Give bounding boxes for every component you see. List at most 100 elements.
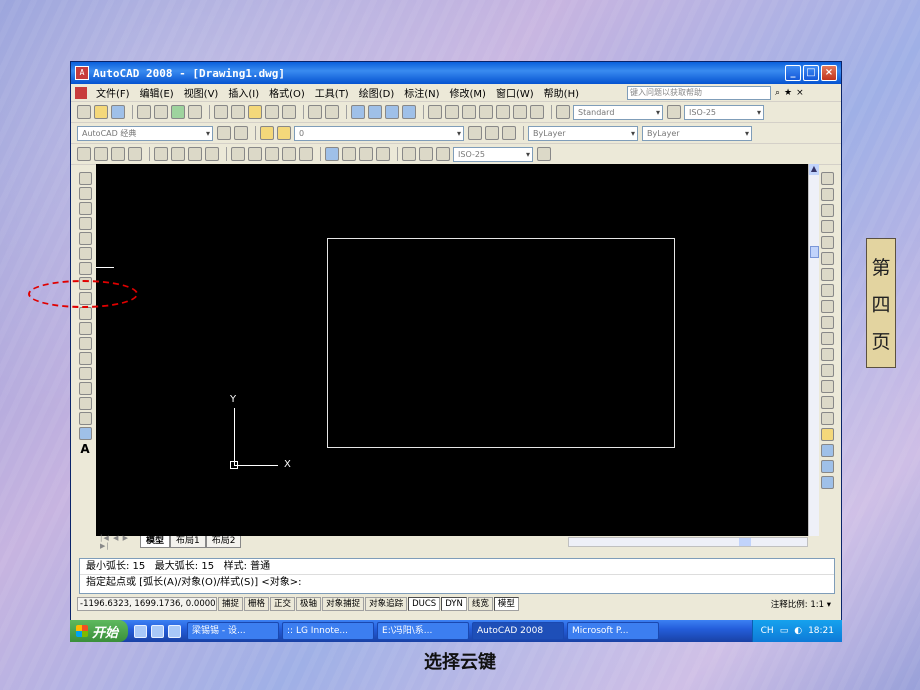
- osnap-toggle[interactable]: 对象捕捉: [322, 597, 365, 611]
- match-icon[interactable]: [265, 105, 279, 119]
- command-prompt[interactable]: 指定起点或 [弧长(A)/对象(O)/样式(S)] <对象>:: [80, 575, 834, 591]
- design-center-icon[interactable]: [445, 105, 459, 119]
- drawn-rectangle[interactable]: [327, 238, 675, 448]
- search-icon[interactable]: ⌕: [775, 88, 780, 98]
- polar-toggle[interactable]: 极轴: [296, 597, 322, 611]
- trim-icon[interactable]: [820, 316, 834, 329]
- language-indicator[interactable]: CH: [761, 626, 774, 636]
- zoom-realtime-icon[interactable]: [368, 105, 382, 119]
- tab-model[interactable]: 模型: [140, 536, 171, 548]
- grid-toggle[interactable]: 栅格: [244, 597, 270, 611]
- line-icon[interactable]: [78, 172, 92, 185]
- tolerance-icon[interactable]: [325, 147, 339, 161]
- cut-icon[interactable]: [214, 105, 228, 119]
- menu-insert[interactable]: 插入(I): [223, 85, 264, 100]
- inspection-icon[interactable]: [359, 147, 373, 161]
- annotation-scale[interactable]: 注释比例: 1:1 ▾: [771, 598, 837, 610]
- star-icon[interactable]: ★: [784, 88, 792, 98]
- dim-baseline-icon[interactable]: [248, 147, 262, 161]
- command-window[interactable]: 最小弧长: 15 最大弧长: 15 样式: 普通 指定起点或 [弧长(A)/对象…: [79, 558, 835, 594]
- pan-icon[interactable]: [351, 105, 365, 119]
- circle-icon[interactable]: [78, 262, 92, 275]
- workspace-settings-icon[interactable]: [217, 126, 231, 140]
- dim-style-select[interactable]: ISO-25: [684, 104, 764, 120]
- bring-front-icon[interactable]: [820, 460, 834, 473]
- rotate-icon[interactable]: [820, 268, 834, 281]
- menu-file[interactable]: 文件(F): [91, 85, 135, 100]
- menu-help[interactable]: 帮助(H): [539, 85, 584, 100]
- title-bar[interactable]: A AutoCAD 2008 - [Drawing1.dwg] _ □ ×: [71, 62, 841, 84]
- color-select[interactable]: ByLayer: [528, 125, 638, 141]
- linetype-select[interactable]: ByLayer: [642, 125, 752, 141]
- menu-view[interactable]: 视图(V): [179, 85, 224, 100]
- dim-aligned-icon[interactable]: [94, 147, 108, 161]
- model-toggle[interactable]: 模型: [493, 597, 519, 611]
- send-back-icon[interactable]: [820, 476, 834, 489]
- draw-order-icon[interactable]: [820, 444, 834, 457]
- coordinate-readout[interactable]: -1196.6323, 1699.1736, 0.0000: [77, 597, 217, 611]
- drawing-canvas[interactable]: Y X: [96, 164, 808, 536]
- menu-tools[interactable]: 工具(T): [310, 85, 354, 100]
- dim-update-icon[interactable]: [436, 147, 450, 161]
- dim-break-icon[interactable]: [299, 147, 313, 161]
- copy-icon[interactable]: [231, 105, 245, 119]
- sheet-set-icon[interactable]: [479, 105, 493, 119]
- task-item[interactable]: Microsoft P...: [567, 622, 660, 640]
- hatch-icon[interactable]: [78, 382, 92, 395]
- menu-draw[interactable]: 绘图(D): [354, 85, 400, 100]
- break-icon[interactable]: [820, 364, 834, 377]
- open-icon[interactable]: [94, 105, 108, 119]
- make-block-icon[interactable]: [78, 352, 92, 365]
- menu-modify[interactable]: 修改(M): [445, 85, 491, 100]
- dim-style-icon[interactable]: [667, 105, 681, 119]
- ellipse-icon[interactable]: [78, 307, 92, 320]
- minimize-button[interactable]: _: [785, 65, 801, 81]
- fillet-icon[interactable]: [820, 412, 834, 425]
- markup-icon[interactable]: [496, 105, 510, 119]
- preview-icon[interactable]: [154, 105, 168, 119]
- menu-format[interactable]: 格式(O): [264, 85, 310, 100]
- lineweight-toggle[interactable]: 线宽: [467, 597, 493, 611]
- save-icon[interactable]: [111, 105, 125, 119]
- dim-style-select-2[interactable]: ISO-25: [453, 146, 533, 162]
- ducs-toggle[interactable]: DUCS: [408, 597, 441, 611]
- ortho-toggle[interactable]: 正交: [270, 597, 296, 611]
- workspace-select[interactable]: AutoCAD 经典: [77, 125, 213, 141]
- copy-object-icon[interactable]: [820, 188, 834, 201]
- paste-icon[interactable]: [248, 105, 262, 119]
- dim-ordinate-icon[interactable]: [128, 147, 142, 161]
- point-icon[interactable]: [78, 367, 92, 380]
- publish-icon[interactable]: [171, 105, 185, 119]
- chamfer-icon[interactable]: [820, 396, 834, 409]
- jog-linear-icon[interactable]: [376, 147, 390, 161]
- dim-radius-icon[interactable]: [154, 147, 168, 161]
- move-icon[interactable]: [820, 252, 834, 265]
- document-icon[interactable]: [75, 86, 87, 99]
- calculator-icon[interactable]: [513, 105, 527, 119]
- menu-dimension[interactable]: 标注(N): [399, 85, 444, 100]
- scale-icon[interactable]: [820, 284, 834, 297]
- workspace-save-icon[interactable]: [234, 126, 248, 140]
- dim-diameter-icon[interactable]: [188, 147, 202, 161]
- region-icon[interactable]: [78, 412, 92, 425]
- dim-linear-icon[interactable]: [77, 147, 91, 161]
- help-icon[interactable]: [530, 105, 544, 119]
- multiline-text-icon[interactable]: A: [80, 442, 89, 456]
- dim-jogged-icon[interactable]: [171, 147, 185, 161]
- table-icon[interactable]: [78, 427, 92, 440]
- tab-layout2[interactable]: 布局2: [205, 536, 242, 548]
- keyboard-icon[interactable]: ▭: [780, 626, 789, 636]
- start-button[interactable]: 开始: [70, 620, 129, 642]
- explode-icon[interactable]: [820, 428, 834, 441]
- dim-angular-icon[interactable]: [205, 147, 219, 161]
- mirror-icon[interactable]: [820, 204, 834, 217]
- arc-icon[interactable]: [78, 247, 92, 260]
- join-icon[interactable]: [820, 380, 834, 393]
- task-item-autocad[interactable]: AutoCAD 2008: [472, 622, 565, 640]
- zoom-window-icon[interactable]: [385, 105, 399, 119]
- menu-edit[interactable]: 编辑(E): [135, 85, 179, 100]
- layer-state-icon[interactable]: [502, 126, 516, 140]
- text-style-select[interactable]: Standard: [573, 104, 663, 120]
- task-item[interactable]: 梁锡锡 - 设...: [187, 622, 280, 640]
- make-current-icon[interactable]: [468, 126, 482, 140]
